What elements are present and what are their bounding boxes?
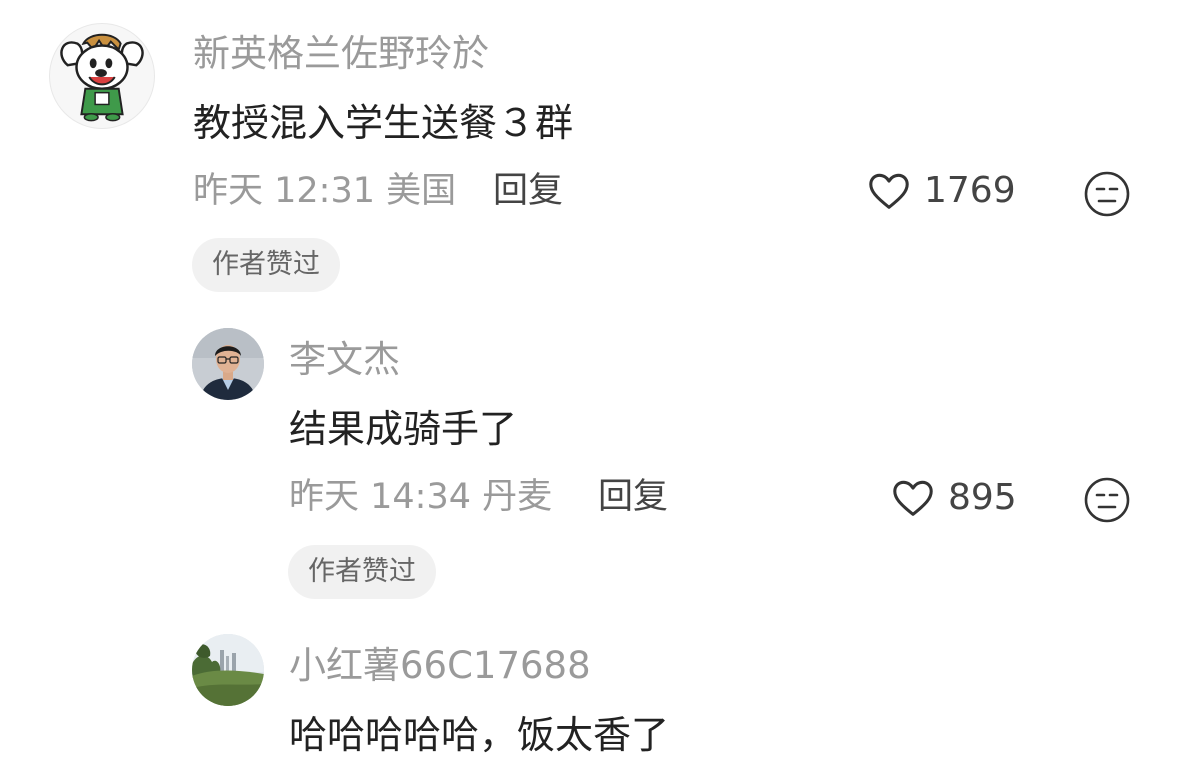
author-liked-badge: 作者赞过 — [288, 545, 436, 599]
comment-time: 昨天 12:31 — [193, 171, 375, 211]
user-avatar[interactable] — [192, 634, 264, 706]
heart-icon — [869, 173, 909, 209]
like-count: 895 — [948, 477, 1017, 518]
cartoon-dog-avatar-icon — [60, 33, 144, 122]
reply-button[interactable]: 回复 — [598, 476, 668, 518]
comment-item: 新英格兰佐野玲於 教授混入学生送餐３群 昨天 12:31 美国 回复 1769 … — [0, 0, 1179, 300]
dislike-button[interactable] — [1083, 170, 1131, 218]
comment-username[interactable]: 新英格兰佐野玲於 — [193, 32, 489, 76]
dislike-button[interactable] — [1083, 476, 1131, 524]
comment-text: 结果成骑手了 — [289, 407, 518, 451]
landscape-photo-avatar-icon — [192, 634, 264, 706]
comment-username[interactable]: 小红薯66C17688 — [289, 644, 591, 688]
comment-location: 美国 — [386, 171, 457, 211]
comment-text: 哈哈哈哈哈，饭太香了 — [289, 713, 670, 757]
reply-button[interactable]: 回复 — [493, 170, 563, 212]
neutral-face-icon — [1084, 171, 1130, 217]
heart-icon — [893, 480, 933, 516]
comment-text: 教授混入学生送餐３群 — [193, 101, 574, 145]
like-count: 1769 — [924, 170, 1016, 211]
comment-meta: 昨天 12:31 美国 — [193, 170, 456, 212]
like-button[interactable]: 895 — [890, 475, 1017, 521]
user-avatar[interactable] — [192, 328, 264, 400]
author-liked-badge: 作者赞过 — [192, 238, 340, 292]
comment-location: 丹麦 — [482, 477, 553, 517]
person-photo-avatar-icon — [192, 328, 264, 400]
comment-meta: 昨天 14:34 丹麦 — [289, 476, 552, 518]
comment-username[interactable]: 李文杰 — [289, 338, 400, 382]
comment-item: 李文杰 结果成骑手了 昨天 14:34 丹麦 回复 895 作者赞过 — [0, 300, 1179, 610]
user-avatar[interactable] — [49, 23, 155, 129]
comment-item: 小红薯66C17688 哈哈哈哈哈，饭太香了 — [0, 610, 1179, 774]
like-button[interactable]: 1769 — [866, 168, 1016, 214]
neutral-face-icon — [1084, 477, 1130, 523]
comment-time: 昨天 14:34 — [289, 477, 471, 517]
